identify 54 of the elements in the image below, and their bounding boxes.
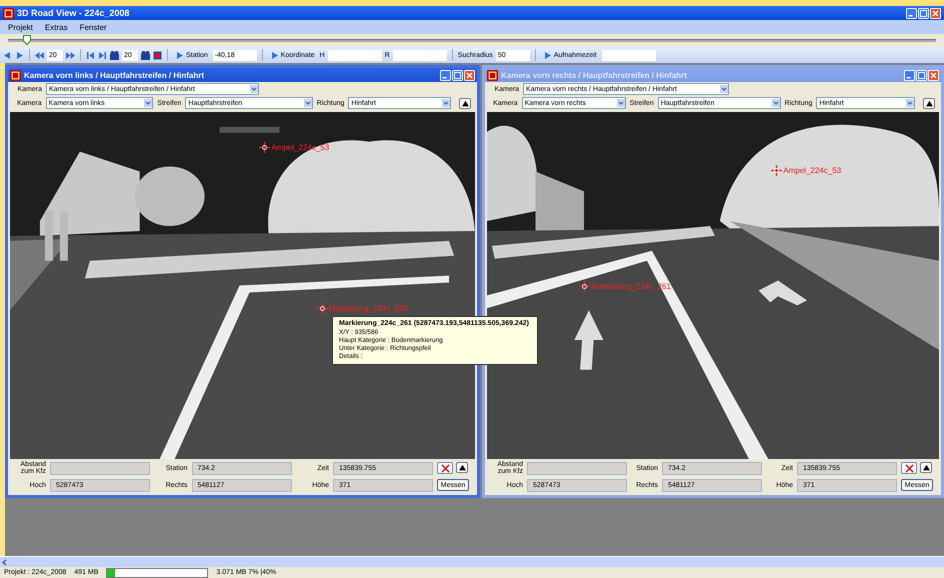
recording-time-field[interactable]: [602, 50, 656, 60]
window-title: Kamera vorn rechts / Hauptfahrstreifen / Hinfahrt: [501, 70, 688, 80]
menu-item[interactable]: Fenster: [80, 22, 107, 32]
previous-icon[interactable]: [3, 50, 12, 60]
triangle-up-icon: [458, 463, 466, 472]
maximize-icon[interactable]: [918, 8, 929, 18]
x-icon: [440, 464, 450, 472]
maximize-icon[interactable]: [452, 70, 463, 80]
scroll-left-icon[interactable]: [0, 558, 9, 566]
play-icon: [175, 50, 184, 60]
menu-item[interactable]: Extras: [44, 22, 68, 32]
caret-icon: [304, 99, 312, 107]
crosshair-icon: [771, 164, 782, 176]
caret-icon: [772, 99, 780, 107]
app-logo-icon: [487, 70, 498, 80]
app-logo-icon: [10, 70, 21, 80]
next-icon[interactable]: [15, 50, 24, 60]
window-title: Kamera vorn links / Hauptfahrstreifen / Hinfahrt: [24, 70, 206, 80]
caret-icon: [250, 85, 258, 93]
crosshair-icon: [316, 303, 328, 314]
window-title: 3D Road View - 224c_2008: [17, 8, 130, 18]
rewind-icon[interactable]: [35, 50, 44, 60]
caret-icon: [906, 99, 914, 107]
close-icon[interactable]: [930, 8, 941, 18]
h-coordinate-field[interactable]: [328, 50, 382, 60]
fast-forward-icon[interactable]: [66, 50, 75, 60]
stop-icon[interactable]: [153, 50, 162, 60]
play-icon: [270, 50, 279, 60]
caret-icon: [442, 99, 450, 107]
play-icon: [542, 50, 552, 60]
delete-button[interactable]: [437, 462, 453, 474]
menu-item[interactable]: Projekt: [8, 22, 33, 32]
marker-label: Markierung_224c_261: [328, 304, 408, 314]
r-coordinate-field[interactable]: [392, 50, 447, 60]
triangle-up-icon: [924, 98, 934, 108]
triangle-up-icon: [460, 98, 470, 108]
crosshair-icon: [259, 142, 270, 153]
x-icon: [904, 464, 914, 472]
slider-thumb[interactable]: [22, 35, 31, 45]
horizontal-scrollbar[interactable]: [0, 556, 944, 567]
last-icon[interactable]: [98, 50, 107, 60]
minimize-icon[interactable]: [440, 70, 451, 80]
marker-label: Ampel_224c_53: [783, 166, 842, 175]
first-icon[interactable]: [86, 50, 95, 60]
caret-icon: [144, 99, 152, 107]
caret-icon: [720, 85, 728, 93]
crosshair-icon: [579, 280, 590, 292]
collapse-button[interactable]: [459, 98, 471, 108]
app-logo-icon: [3, 8, 14, 18]
caret-icon: [616, 99, 625, 107]
minimize-icon[interactable]: [906, 8, 917, 18]
collapse-button[interactable]: [456, 462, 468, 473]
triangle-up-icon: [922, 463, 930, 472]
close-icon[interactable]: [464, 70, 475, 80]
